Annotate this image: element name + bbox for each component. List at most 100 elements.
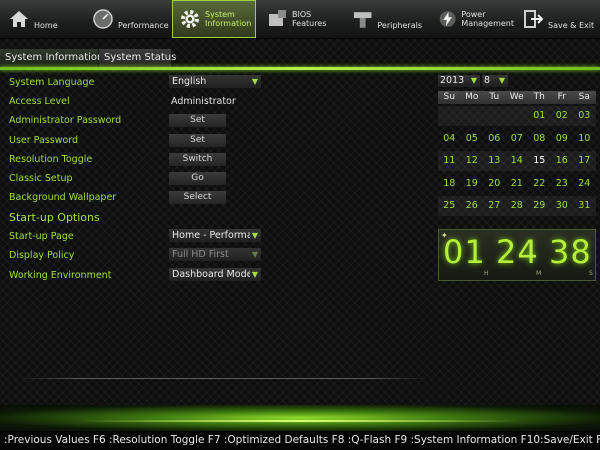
dropdown-arrow-icon: ▼ [251, 77, 258, 86]
user-password-set-button[interactable]: Set [169, 134, 226, 147]
system-language-select[interactable]: English ▼ [169, 75, 261, 88]
calendar-date[interactable]: 09 [551, 129, 574, 149]
display-policy-select[interactable]: Full HD First ▼ [169, 248, 261, 261]
nav-power-management[interactable]: Power Management [438, 0, 514, 38]
admin-password-set-button[interactable]: Set [169, 114, 226, 127]
calendar-date[interactable]: 19 [461, 174, 484, 194]
calendar-date[interactable]: 24 [573, 174, 596, 194]
calendar-date[interactable]: 30 [550, 196, 573, 216]
year-select[interactable]: 2013 ▼ [438, 75, 480, 87]
working-environment-select[interactable]: Dashboard Mode ▼ [169, 268, 261, 281]
display-policy-value: Full HD First [172, 249, 229, 260]
classic-setup-label: Classic Setup [9, 173, 73, 184]
startup-options-heading: Start-up Options [9, 211, 100, 224]
calendar-weekday: Sa [578, 92, 590, 102]
dropdown-arrow-icon: ▼ [251, 231, 258, 240]
top-navigation: Home Performance System Information BIOS… [0, 0, 600, 39]
nav-home-label: Home [34, 20, 58, 30]
clock-minutes-unit: M [536, 270, 542, 277]
nav-save-exit-label: Save & Exit [548, 20, 595, 30]
system-language-label: System Language [9, 77, 95, 88]
calendar-date[interactable]: 22 [528, 174, 551, 194]
bottom-glow-bar [0, 405, 600, 431]
calendar-date[interactable]: 15 [528, 151, 551, 171]
working-environment-label: Working Environment [9, 270, 112, 281]
calendar-date[interactable]: 25 [438, 196, 461, 216]
speedometer-icon [93, 9, 113, 29]
clock: ✦ 01 24 38 H M S [438, 229, 596, 281]
calendar-date[interactable]: 31 [573, 196, 596, 216]
startup-page-value: Home - Performance [172, 230, 250, 241]
calendar-empty-cell [483, 106, 506, 126]
calendar-empty-cell [460, 106, 483, 126]
resolution-switch-button[interactable]: Switch [169, 153, 226, 166]
calendar-date[interactable]: 26 [460, 196, 483, 216]
admin-password-label: Administrator Password [9, 115, 122, 126]
nav-bios-features-label: BIOS Features [292, 10, 327, 28]
calendar-date[interactable]: 03 [573, 106, 596, 126]
background-wallpaper-label: Background Wallpaper [9, 192, 117, 203]
month-select[interactable]: 8 ▼ [482, 75, 508, 87]
classic-setup-go-button[interactable]: Go [169, 172, 226, 185]
divider [18, 378, 430, 379]
gear-icon [181, 10, 199, 28]
nav-system-information[interactable]: System Information [172, 0, 256, 38]
nav-performance-label: Performance [118, 20, 169, 30]
calendar-date[interactable]: 07 [506, 129, 529, 149]
calendar-date[interactable]: 20 [483, 174, 506, 194]
nav-system-information-label: System Information [205, 10, 252, 28]
exit-icon [524, 10, 544, 28]
nav-performance[interactable]: Performance [92, 0, 170, 38]
nav-save-exit[interactable]: Save & Exit [522, 0, 598, 38]
dropdown-arrow-icon: ▼ [498, 76, 505, 85]
calendar-empty-cell [438, 106, 461, 126]
year-value: 2013 [440, 75, 465, 86]
calendar-date[interactable]: 18 [438, 174, 461, 194]
nav-bios-features[interactable]: BIOS Features [266, 0, 332, 38]
tab-underline [0, 67, 600, 70]
calendar-date[interactable]: 04 [438, 129, 461, 149]
calendar-empty-cell [505, 106, 528, 126]
calendar-date[interactable]: 27 [483, 196, 506, 216]
calendar-date[interactable]: 13 [483, 151, 506, 171]
calendar-weekday: We [509, 92, 524, 102]
calendar-date[interactable]: 02 [550, 106, 573, 126]
tab-system-status[interactable]: System Status [99, 49, 176, 67]
nav-home[interactable]: Home [8, 0, 64, 38]
calendar-date[interactable]: 12 [460, 151, 483, 171]
calendar-date[interactable]: 14 [505, 151, 528, 171]
calendar-date[interactable]: 16 [550, 151, 573, 171]
calendar-date[interactable]: 23 [551, 174, 574, 194]
calendar-date[interactable]: 29 [528, 196, 551, 216]
working-environment-value: Dashboard Mode [172, 269, 250, 280]
dropdown-arrow-icon: ▼ [251, 270, 258, 279]
calendar-date[interactable]: 05 [461, 129, 484, 149]
nav-power-management-label: Power Management [461, 10, 514, 28]
user-password-label: User Password [9, 135, 79, 146]
calendar-date[interactable]: 10 [573, 129, 596, 149]
tab-system-information[interactable]: System Information [0, 49, 103, 67]
clock-hours-unit: H [484, 270, 489, 277]
home-icon [10, 11, 28, 27]
calendar-date[interactable]: 21 [506, 174, 529, 194]
calendar-date[interactable]: 11 [438, 151, 461, 171]
calendar-date[interactable]: 06 [483, 129, 506, 149]
calendar-date[interactable]: 28 [505, 196, 528, 216]
calendar-weekday: Th [533, 92, 545, 102]
hotkey-text: 5 :Previous Values F6 :Resolution Toggle… [0, 434, 600, 446]
chip-icon [269, 10, 286, 26]
calendar-weekday: Su [443, 92, 455, 102]
system-language-value: English [172, 76, 207, 87]
startup-page-select[interactable]: Home - Performance ▼ [169, 229, 261, 242]
nav-peripherals[interactable]: Peripherals [352, 0, 422, 38]
calendar-weekday: Tu [489, 92, 500, 102]
clock-hours: 01 [443, 233, 486, 271]
dropdown-arrow-icon: ▼ [470, 76, 477, 85]
access-level-label: Access Level [9, 96, 70, 107]
calendar-weekday: Fr [557, 92, 566, 102]
wallpaper-select-button[interactable]: Select [169, 191, 226, 204]
calendar-date[interactable]: 17 [573, 151, 596, 171]
dropdown-arrow-icon: ▼ [251, 250, 258, 259]
calendar-date[interactable]: 08 [528, 129, 551, 149]
calendar-date[interactable]: 01 [528, 106, 551, 126]
